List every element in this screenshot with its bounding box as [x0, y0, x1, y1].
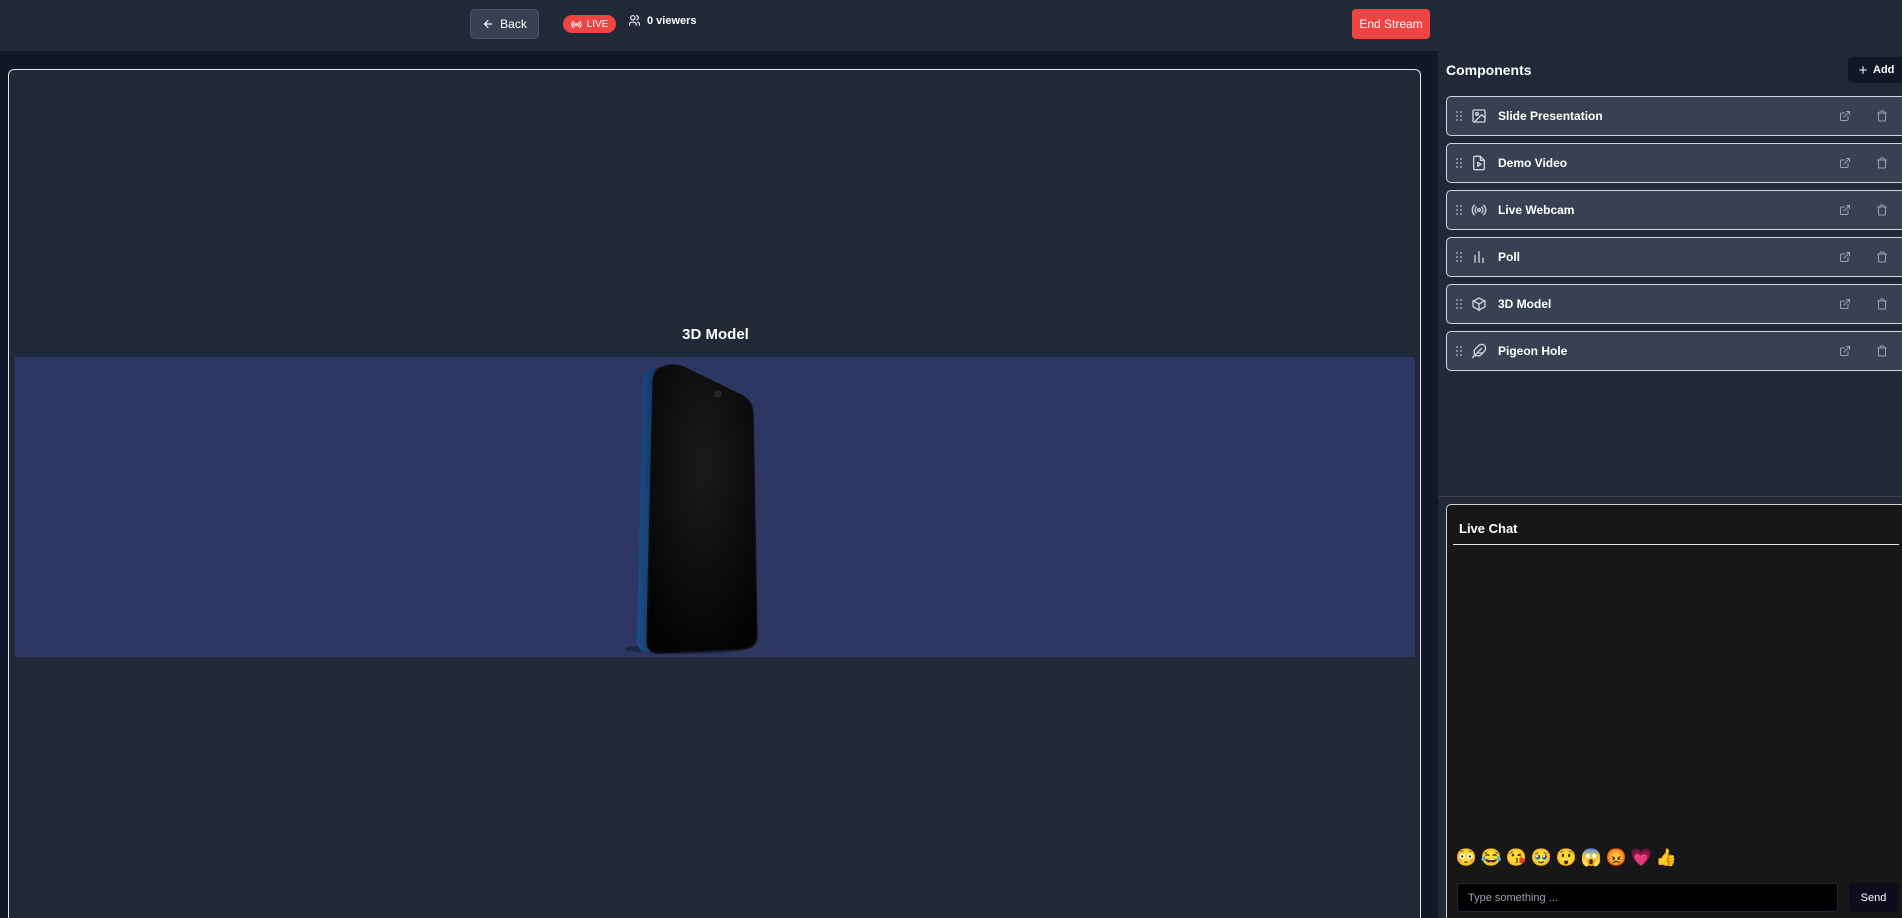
live-label: LIVE: [586, 18, 609, 30]
emoji-button[interactable]: 😳: [1456, 848, 1477, 867]
trash-icon[interactable]: [1876, 251, 1888, 263]
stage-frame: 3D Model: [8, 69, 1421, 918]
emoji-button[interactable]: 🥹: [1531, 848, 1552, 867]
component-label: Live Webcam: [1498, 203, 1575, 217]
plus-icon: [1859, 66, 1867, 74]
trash-icon[interactable]: [1876, 157, 1888, 169]
external-link-icon[interactable]: [1839, 110, 1851, 122]
stage-area: 3D Model: [0, 51, 1437, 918]
live-chat-panel: Live Chat 😳 😂 😘 🥹 😲 😱 😡 💗 👍 Send: [1446, 504, 1902, 918]
component-item-demo-video[interactable]: Demo Video: [1446, 143, 1902, 183]
bar-chart-icon: [1474, 251, 1484, 263]
drag-handle-icon[interactable]: [1455, 157, 1463, 169]
component-list: Slide Presentation Demo Video Live Webca…: [1446, 96, 1902, 378]
component-item-live-webcam[interactable]: Live Webcam: [1446, 190, 1902, 230]
top-bar: Back LIVE 0 viewers End Stream: [0, 0, 1902, 51]
phone-model-image: [625, 364, 758, 654]
live-badge: LIVE: [563, 15, 616, 33]
back-label: Back: [500, 17, 527, 31]
component-item-slide-presentation[interactable]: Slide Presentation: [1446, 96, 1902, 136]
trash-icon[interactable]: [1876, 345, 1888, 357]
panel-divider: [1438, 496, 1902, 497]
trash-icon[interactable]: [1876, 204, 1888, 216]
component-item-pigeon-hole[interactable]: Pigeon Hole: [1446, 331, 1902, 371]
viewer-count: 0 viewers: [628, 14, 697, 27]
external-link-icon[interactable]: [1839, 157, 1851, 169]
trash-icon[interactable]: [1876, 298, 1888, 310]
side-panel: Components Add Slide Presentation Demo V…: [1437, 51, 1902, 918]
component-label: Slide Presentation: [1498, 109, 1603, 123]
drag-handle-icon[interactable]: [1455, 251, 1463, 263]
end-stream-button[interactable]: End Stream: [1352, 9, 1430, 39]
arrow-left-icon: [484, 19, 493, 29]
component-item-3d-model[interactable]: 3D Model: [1446, 284, 1902, 324]
external-link-icon[interactable]: [1839, 345, 1851, 357]
components-title: Components: [1446, 62, 1532, 78]
feather-icon: [1471, 343, 1487, 359]
add-label: Add: [1873, 64, 1895, 76]
external-link-icon[interactable]: [1839, 204, 1851, 216]
video-file-icon: [1473, 155, 1485, 171]
back-button[interactable]: Back: [470, 9, 539, 39]
emoji-button[interactable]: 👍: [1656, 848, 1677, 867]
component-label: 3D Model: [1498, 297, 1552, 311]
drag-handle-icon[interactable]: [1455, 298, 1463, 310]
emoji-button[interactable]: 😡: [1606, 848, 1627, 867]
cube-icon: [1472, 297, 1486, 312]
broadcast-icon: [1471, 204, 1487, 216]
broadcast-icon: [571, 20, 582, 28]
send-button[interactable]: Send: [1849, 883, 1898, 912]
chat-title: Live Chat: [1459, 521, 1518, 536]
drag-handle-icon[interactable]: [1455, 345, 1463, 357]
emoji-button[interactable]: 😲: [1556, 848, 1577, 867]
emoji-button[interactable]: 💗: [1631, 848, 1652, 867]
drag-handle-icon[interactable]: [1455, 204, 1463, 216]
users-icon: [629, 15, 640, 26]
3d-model-viewer[interactable]: [15, 357, 1415, 657]
chat-divider: [1453, 544, 1899, 545]
component-label: Demo Video: [1498, 156, 1568, 170]
image-icon: [1472, 109, 1486, 123]
emoji-button[interactable]: 😘: [1506, 848, 1527, 867]
component-label: Poll: [1498, 250, 1521, 264]
drag-handle-icon[interactable]: [1455, 110, 1463, 122]
emoji-button[interactable]: 😂: [1481, 848, 1502, 867]
viewers-label: 0 viewers: [647, 14, 697, 27]
external-link-icon[interactable]: [1839, 298, 1851, 310]
stage-title: 3D Model: [682, 326, 749, 343]
component-label: Pigeon Hole: [1498, 344, 1568, 358]
add-component-button[interactable]: Add: [1848, 57, 1902, 83]
chat-message-input[interactable]: [1457, 883, 1838, 912]
external-link-icon[interactable]: [1839, 251, 1851, 263]
emoji-picker: 😳 😂 😘 🥹 😲 😱 😡 💗 👍: [1456, 848, 1677, 867]
emoji-button[interactable]: 😱: [1581, 848, 1602, 867]
component-item-poll[interactable]: Poll: [1446, 237, 1902, 277]
trash-icon[interactable]: [1876, 110, 1888, 122]
